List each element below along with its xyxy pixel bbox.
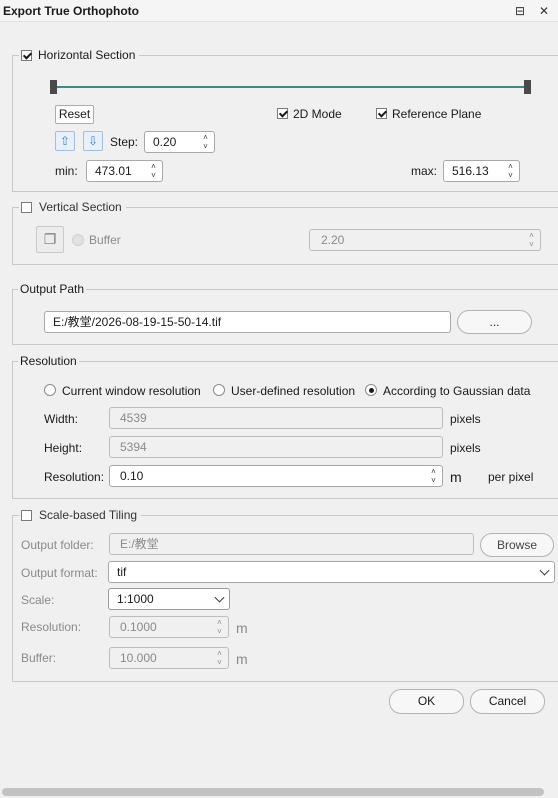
width-unit-label: pixels [450,412,481,426]
horizontal-section-label: Horizontal Section [38,48,136,62]
ok-button[interactable]: OK [389,689,464,714]
reset-button[interactable]: Reset [55,105,94,124]
max-value: 516.13 [452,164,489,178]
vertical-buffer-value: 2.20 [321,233,345,247]
current-window-label: Current window resolution [62,384,201,398]
width-input: 4539 [109,407,443,429]
output-path-input[interactable]: E:/教堂/2026-08-19-15-50-14.tif [44,311,451,333]
2d-mode-checkbox[interactable] [277,108,288,119]
horizontal-scrollbar[interactable] [2,788,544,796]
scale-label: Scale: [21,593,55,607]
height-input: 5394 [109,436,443,458]
spin-arrows-icon[interactable]: ˄ ˅ [201,133,210,151]
vertical-section-label: Vertical Section [39,200,122,214]
resolution-legend: Resolution [18,354,79,368]
per-pixel-label: per pixel [488,470,534,484]
reference-plane-label: Reference Plane [392,107,482,121]
tiling-buffer-label: Buffer: [21,651,57,665]
tiling-buffer-input[interactable]: 10.000 ˄ ˅ [109,647,229,669]
tiling-label: Scale-based Tiling [39,508,138,522]
cancel-button[interactable]: Cancel [470,689,545,714]
pin-icon[interactable]: ⊟ [512,4,528,18]
user-defined-label: User-defined resolution [231,384,356,398]
scale-value: 1:1000 [117,592,154,606]
user-defined-radio[interactable] [213,384,225,396]
height-label: Height: [44,441,83,455]
arrow-up-icon[interactable]: ⇧ [55,131,75,151]
tiling-resolution-label: Resolution: [21,620,82,634]
reference-plane-checkbox[interactable] [376,108,387,119]
width-label: Width: [44,412,79,426]
arrow-down-icon[interactable]: ⇩ [83,131,103,151]
output-format-value: tif [117,565,127,579]
tiling-resolution-input[interactable]: 0.1000 ˄ ˅ [109,616,229,638]
horizontal-section-checkbox[interactable] [21,50,32,61]
section-slider-max-handle[interactable] [524,80,531,94]
buffer-label: Buffer [89,233,121,247]
vertical-buffer-input[interactable]: 2.20 ˄ ˅ [309,229,541,251]
output-folder-input: E:/教堂 [109,533,474,555]
output-format-select[interactable]: tif [108,561,555,583]
resolution-label: Resolution: [44,470,105,484]
tiling-browse-button[interactable]: Browse [480,533,554,557]
buffer-radio[interactable] [72,234,84,246]
resolution-value: 0.10 [120,469,144,483]
current-window-radio[interactable] [44,384,56,396]
close-icon[interactable]: ✕ [536,4,552,18]
output-folder-label: Output folder: [21,538,94,552]
output-path-legend: Output Path [18,282,87,296]
min-input[interactable]: 473.01 ˄ ˅ [86,160,163,182]
chevron-down-icon [539,565,550,576]
max-label: max: [411,164,438,178]
tiling-legend: Scale-based Tiling [19,508,142,522]
gaussian-data-radio[interactable] [365,384,377,396]
output-path-browse-button[interactable]: ... [457,310,532,334]
spin-arrows-icon[interactable]: ˄ ˅ [215,649,224,667]
resolution-unit-label: m [450,469,462,485]
vertical-section-legend: Vertical Section [19,200,126,214]
height-unit-label: pixels [450,441,481,455]
section-slider-track[interactable] [53,86,529,88]
scale-select[interactable]: 1:1000 [108,588,230,610]
spin-arrows-icon[interactable]: ˄ ˅ [527,231,536,249]
tiling-checkbox[interactable] [21,510,32,521]
max-input[interactable]: 516.13 ˄ ˅ [443,160,520,182]
tiling-buffer-value: 10.000 [120,651,157,665]
step-input[interactable]: 0.20 ˄ ˅ [144,131,215,153]
spin-arrows-icon[interactable]: ˄ ˅ [506,162,515,180]
section-slider-min-handle[interactable] [50,80,57,94]
spin-arrows-icon[interactable]: ˄ ˅ [215,618,224,636]
min-value: 473.01 [95,164,132,178]
copy-layers-icon[interactable]: ❐ [36,226,64,253]
tiling-buffer-unit: m [236,651,248,667]
resolution-input[interactable]: 0.10 ˄ ˅ [109,465,443,487]
vertical-section-checkbox[interactable] [21,202,32,213]
spin-arrows-icon[interactable]: ˄ ˅ [429,467,438,485]
gaussian-data-label: According to Gaussian data [383,384,531,398]
min-label: min: [55,164,78,178]
tiling-resolution-value: 0.1000 [120,620,157,634]
chevron-down-icon [214,592,225,603]
horizontal-section-legend: Horizontal Section [19,48,140,62]
tiling-resolution-unit: m [236,620,248,636]
output-format-label: Output format: [21,566,98,580]
2d-mode-label: 2D Mode [293,107,342,121]
step-label: Step: [110,135,139,149]
spin-arrows-icon[interactable]: ˄ ˅ [149,162,158,180]
step-value: 0.20 [153,135,177,149]
window-title: Export True Orthophoto [3,4,139,18]
